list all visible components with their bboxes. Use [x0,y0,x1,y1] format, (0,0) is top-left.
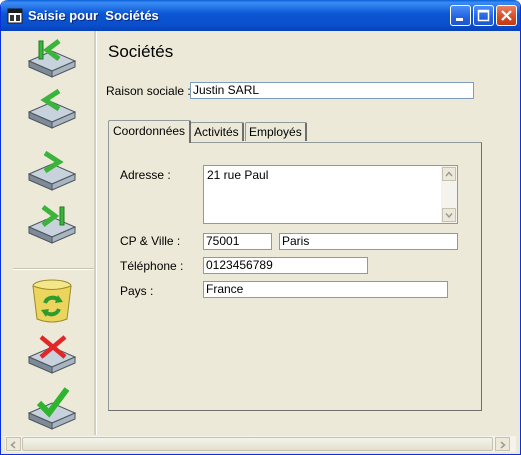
pays-label: Pays : [120,284,154,298]
checkmark-icon[interactable] [25,387,79,433]
chevron-up-icon [445,171,453,177]
close-button[interactable] [496,5,517,26]
main-window: Saisie pour Sociétés Sociétés Raison soc… [0,0,521,455]
recycle-bin-icon[interactable] [25,277,79,325]
toolbar-separator [13,268,95,270]
first-record-icon[interactable] [25,37,79,81]
tab-activites[interactable]: Activités [190,122,244,141]
window-title: Saisie pour Sociétés [28,8,159,23]
cp-ville-label: CP & Ville : [120,234,181,248]
previous-record-icon[interactable] [25,88,79,132]
telephone-field[interactable]: 0123456789 [203,257,368,274]
chevron-left-icon [10,441,16,449]
adresse-scrollbar[interactable] [441,166,457,223]
delete-icon[interactable] [25,333,79,377]
app-window-icon [7,8,23,24]
ville-field[interactable]: Paris [279,233,458,250]
adresse-label: Adresse : [120,168,171,182]
record-toolbar [5,31,95,435]
chevron-right-icon [500,441,506,449]
maximize-icon [477,9,490,22]
page-title: Sociétés [108,42,174,61]
adresse-textarea[interactable]: 21 rue Paul [203,165,458,224]
scroll-right-button[interactable] [495,437,510,451]
code-postal-field[interactable]: 75001 [203,233,272,250]
close-icon [501,10,512,21]
last-record-icon[interactable] [25,203,79,247]
tab-coordonnees[interactable]: Coordonnées [108,120,192,143]
raison-sociale-label: Raison sociale : [106,84,191,98]
horizontal-scrollbar[interactable] [5,435,516,452]
minimize-icon [456,18,463,21]
scroll-down-button[interactable] [442,208,456,222]
scroll-up-button[interactable] [442,167,456,181]
telephone-label: Téléphone : [120,259,184,273]
scroll-left-button[interactable] [6,437,21,451]
raison-sociale-field[interactable]: Justin SARL [190,82,474,99]
title-bar[interactable]: Saisie pour Sociétés [1,0,520,31]
maximize-button[interactable] [473,5,494,26]
tab-employes[interactable]: Employés [245,122,307,141]
adresse-value: 21 rue Paul [207,168,269,182]
minimize-button[interactable] [450,5,471,26]
pays-field[interactable]: France [203,281,448,298]
next-record-icon[interactable] [25,150,79,194]
chevron-down-icon [445,213,453,219]
scroll-thumb[interactable] [22,437,493,451]
panel-divider [94,31,97,435]
